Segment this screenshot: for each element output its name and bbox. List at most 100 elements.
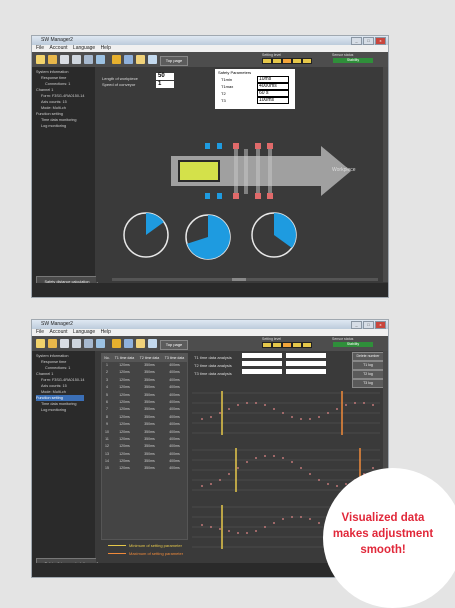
network-icon[interactable] — [84, 339, 93, 348]
table-cell: 10 — [105, 429, 109, 434]
table-row[interactable]: 4 120ms 350ms 400ms — [102, 384, 187, 391]
table-cell: 350ms — [144, 414, 155, 419]
title-bar: SW Manager2 _ □ x — [32, 320, 388, 329]
new-icon[interactable] — [36, 55, 45, 64]
table-cell: 14 — [105, 459, 109, 464]
close-button[interactable]: x — [375, 37, 386, 45]
table-row[interactable]: 13 120ms 350ms 400ms — [102, 451, 187, 458]
report-icon[interactable] — [136, 55, 145, 64]
monitor-icon[interactable] — [112, 55, 121, 64]
menu-account[interactable]: Account — [49, 45, 67, 51]
table-row[interactable]: 3 120ms 350ms 400ms — [102, 377, 187, 384]
analysis-field[interactable] — [242, 369, 282, 374]
setting-level-label: Setting level — [262, 337, 282, 341]
analysis-field[interactable] — [286, 369, 326, 374]
menu-help[interactable]: Help — [101, 329, 111, 335]
top-page-button[interactable]: Top page — [160, 56, 188, 66]
vertical-scrollbar[interactable] — [383, 67, 388, 282]
analysis-field[interactable] — [242, 361, 282, 366]
top-page-button[interactable]: Top page — [160, 340, 188, 350]
scroll-thumb[interactable] — [232, 278, 246, 281]
settings-icon[interactable] — [96, 55, 105, 64]
table-cell: 120ms — [119, 451, 130, 456]
menu-language[interactable]: Language — [73, 45, 95, 51]
table-cell: 400ms — [169, 451, 180, 456]
analysis-field[interactable] — [286, 353, 326, 358]
minimize-button[interactable]: _ — [351, 321, 362, 329]
minimize-button[interactable]: _ — [351, 37, 362, 45]
table-row[interactable]: 15 120ms 350ms 400ms — [102, 465, 187, 472]
sensor-status-value: Stability — [333, 342, 373, 347]
table-row[interactable]: 9 120ms 350ms 400ms — [102, 421, 187, 428]
save-icon[interactable] — [60, 339, 69, 348]
table-cell: 4 — [106, 385, 108, 390]
table-row[interactable]: 6 120ms 350ms 400ms — [102, 399, 187, 406]
menu-account[interactable]: Account — [49, 329, 67, 335]
sensor-markers-bottom — [205, 193, 273, 199]
analysis-label: T1 time data analysis — [194, 355, 232, 360]
table-row[interactable]: 7 120ms 350ms 400ms — [102, 406, 187, 413]
data-point — [336, 485, 338, 487]
table-row[interactable]: 14 120ms 350ms 400ms — [102, 458, 187, 465]
device-icon[interactable] — [124, 55, 133, 64]
table-row[interactable]: 8 120ms 350ms 400ms — [102, 414, 187, 421]
table-cell: 350ms — [144, 466, 155, 471]
main-panel: Length of workpiece 50 Speed of conveyor… — [96, 67, 382, 282]
maximize-button[interactable]: □ — [363, 37, 374, 45]
list-icon[interactable] — [72, 339, 81, 348]
save-icon[interactable] — [60, 55, 69, 64]
table-cell: 3 — [106, 377, 108, 382]
monitor-icon[interactable] — [112, 339, 121, 348]
table-row[interactable]: 5 120ms 350ms 400ms — [102, 392, 187, 399]
data-point — [219, 412, 221, 414]
open-folder-icon[interactable] — [48, 339, 57, 348]
table-cell: 120ms — [119, 444, 130, 449]
new-icon[interactable] — [36, 339, 45, 348]
menu-file[interactable]: File — [36, 329, 44, 335]
data-point — [372, 467, 374, 469]
table-row[interactable]: 10 120ms 350ms 400ms — [102, 429, 187, 436]
pie-slice — [146, 213, 164, 235]
report-icon[interactable] — [136, 339, 145, 348]
table-cell: 350ms — [144, 436, 155, 441]
level-indicator — [302, 342, 312, 348]
tree-item[interactable]: Log monitoring — [36, 123, 84, 129]
data-point — [246, 402, 248, 404]
open-folder-icon[interactable] — [48, 55, 57, 64]
table-row[interactable]: 11 120ms 350ms 400ms — [102, 436, 187, 443]
maximize-button[interactable]: □ — [363, 321, 374, 329]
network-icon[interactable] — [84, 55, 93, 64]
delete-number-button[interactable]: Delete number from 0.2ms — [352, 352, 384, 365]
t1-log-button[interactable]: T1 log — [352, 361, 384, 370]
data-point — [318, 416, 320, 418]
close-button[interactable]: x — [375, 321, 386, 329]
help-icon[interactable] — [148, 55, 157, 64]
menu-help[interactable]: Help — [101, 45, 111, 51]
table-row[interactable]: 1 120ms 350ms 400ms — [102, 362, 187, 369]
tree-item[interactable]: Log monitoring — [36, 407, 84, 413]
sensor-status-value: Stability — [333, 58, 373, 63]
help-icon[interactable] — [148, 339, 157, 348]
data-point — [309, 518, 311, 520]
analysis-field[interactable] — [286, 361, 326, 366]
table-cell: 120ms — [119, 414, 130, 419]
menu-file[interactable]: File — [36, 45, 44, 51]
data-point — [327, 483, 329, 485]
window-controls: _ □ x — [351, 321, 386, 329]
data-point — [291, 461, 293, 463]
t2-log-button[interactable]: T2 log — [352, 370, 384, 379]
list-icon[interactable] — [72, 55, 81, 64]
data-point — [300, 516, 302, 518]
horizontal-scrollbar[interactable] — [112, 278, 378, 281]
table-row[interactable]: 2 120ms 350ms 400ms — [102, 369, 187, 376]
menu-language[interactable]: Language — [73, 329, 95, 335]
settings-icon[interactable] — [96, 339, 105, 348]
t3-log-button[interactable]: T3 log — [352, 379, 384, 388]
legend: Minimum of setting parameter Maximum of … — [108, 543, 183, 556]
analysis-field[interactable] — [242, 353, 282, 358]
table-row[interactable]: 12 120ms 350ms 400ms — [102, 443, 187, 450]
table-cell: 350ms — [144, 429, 155, 434]
visualization-area: Workpiece — [123, 143, 356, 260]
device-icon[interactable] — [124, 339, 133, 348]
data-point — [273, 408, 275, 410]
